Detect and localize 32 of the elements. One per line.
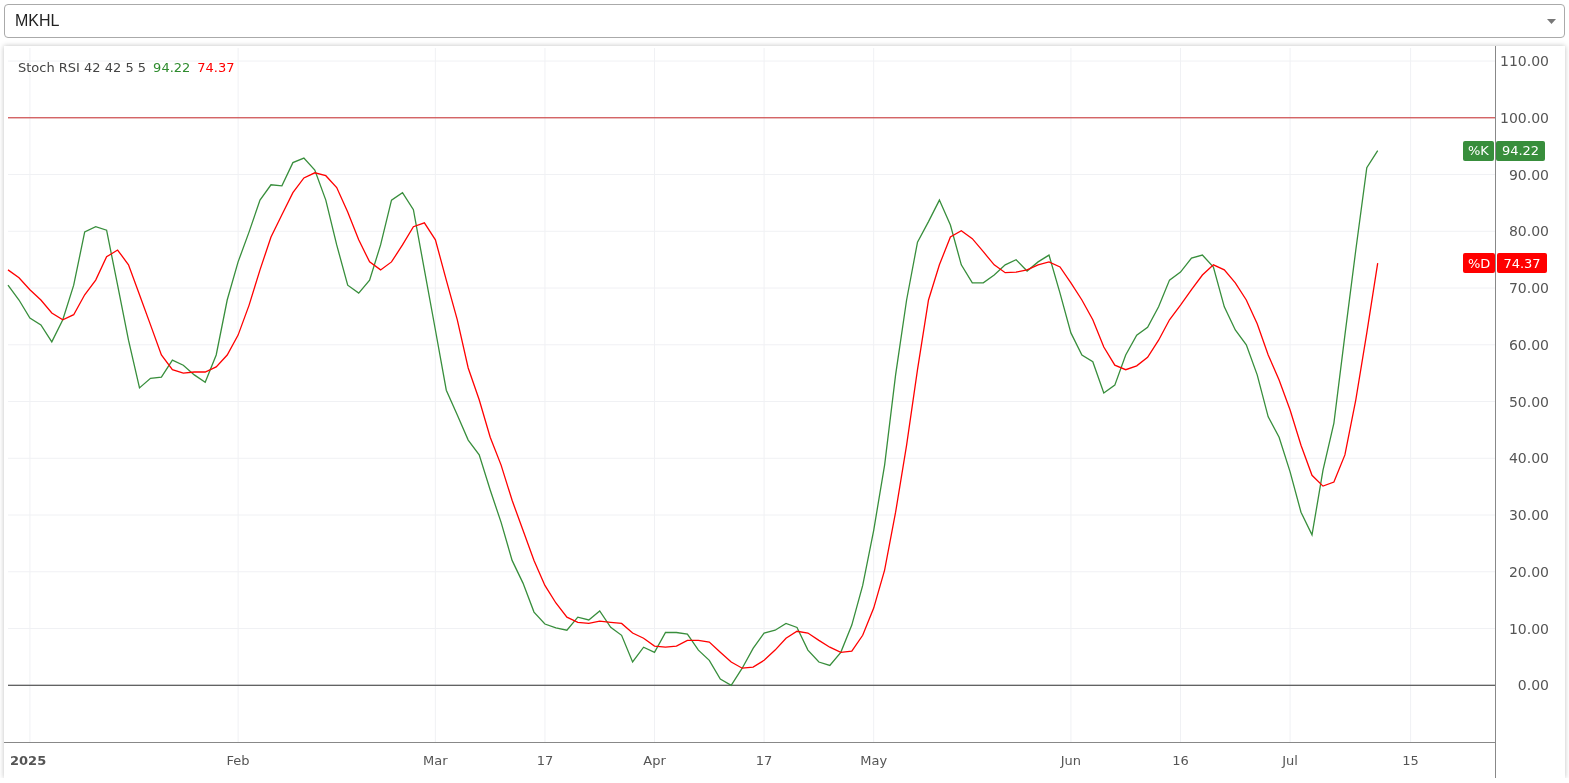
y-axis-label: 60.00 — [1508, 336, 1549, 353]
y-axis-label: 0.00 — [1517, 677, 1549, 694]
x-axis-label: Mar — [423, 753, 448, 768]
y-axis-label: 10.00 — [1508, 620, 1549, 637]
x-axis-label: 2025 — [10, 753, 47, 768]
symbol-dropdown[interactable]: MKHL — [4, 4, 1565, 38]
y-axis-label: 30.00 — [1508, 507, 1549, 523]
x-axis-label: Apr — [643, 753, 666, 768]
last-value-tag: 74.37 — [1497, 253, 1547, 274]
x-axis-label: 15 — [1402, 753, 1419, 768]
x-axis-label: 17 — [755, 753, 773, 768]
y-axis-label: 80.00 — [1508, 223, 1549, 240]
indicator-value: 94.22 — [153, 60, 191, 75]
last-value-tag: 94.22 — [1495, 140, 1546, 161]
series-tag: %D — [1463, 253, 1496, 274]
x-axis-label: Jul — [1282, 753, 1298, 768]
y-axis-label: 90.00 — [1508, 166, 1549, 183]
y-axis-label: 20.00 — [1508, 563, 1549, 580]
indicator-value: 74.37 — [197, 60, 235, 75]
y-axis-label: 110.00 — [1500, 53, 1549, 70]
y-axis-label: 50.00 — [1508, 393, 1549, 410]
x-axis-label: Jun — [1060, 753, 1082, 768]
series-tag: %K — [1463, 140, 1494, 161]
x-axis-label: 17 — [536, 753, 554, 768]
indicator-title: Stoch RSI 42 42 5 5 — [18, 60, 147, 75]
x-axis-label: Feb — [226, 753, 250, 768]
x-axis-label: 16 — [1172, 753, 1189, 768]
caret-icon — [1547, 18, 1556, 24]
x-axis-label: May — [860, 753, 888, 768]
y-axis-label: 40.00 — [1508, 450, 1549, 467]
y-axis-label: 100.00 — [1500, 109, 1549, 126]
y-axis-label: 70.00 — [1508, 280, 1549, 297]
